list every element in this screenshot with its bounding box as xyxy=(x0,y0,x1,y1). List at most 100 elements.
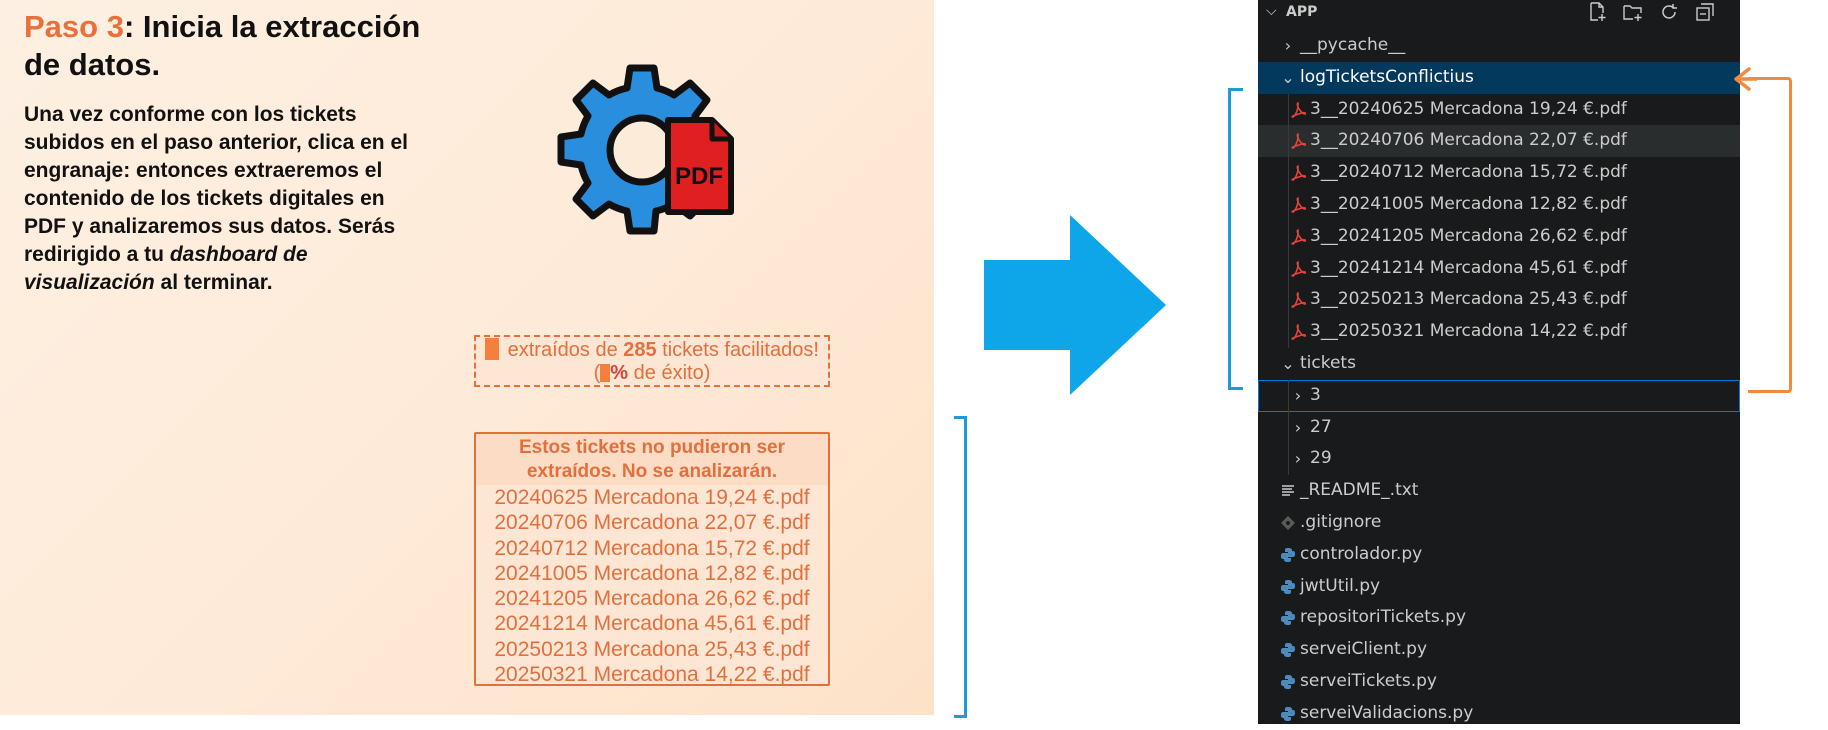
pdf-file-icon xyxy=(1291,260,1306,277)
chevron-right-icon: › xyxy=(1284,36,1292,55)
orange-arrowhead-icon xyxy=(1734,67,1757,91)
tree-item-logticketsconflictius[interactable]: ⌄ logTicketsConflictius xyxy=(1258,61,1740,94)
tree-item-label: serveiTickets.py xyxy=(1300,670,1437,691)
tree-item-label: 3__20241005 Mercadona 12,82 €.pdf xyxy=(1310,193,1627,214)
pdf-file-icon xyxy=(1291,197,1306,213)
tree-item-python-file[interactable]: serveiClient.py xyxy=(1258,634,1740,666)
indent-guide xyxy=(1288,316,1289,348)
success-percent-placeholder xyxy=(600,364,611,382)
total-count: 285 xyxy=(623,339,657,361)
chevron-right-icon: › xyxy=(1294,385,1302,405)
step-description-part2: al terminar. xyxy=(154,271,273,294)
python-icon xyxy=(1281,643,1295,658)
tree-item-label: _README_.txt xyxy=(1300,480,1419,501)
tree-item-log-file[interactable]: 3__20241005 Mercadona 12,82 €.pdf xyxy=(1258,188,1740,221)
tree-item-python-file[interactable]: repositoriTickets.py xyxy=(1258,602,1740,634)
python-icon xyxy=(1281,611,1295,626)
failed-ticket-item: 20240706 Mercadona 22,07 €.pdf xyxy=(494,511,810,535)
indent-guide xyxy=(1288,157,1289,189)
stats-line-2: (% de éxito) xyxy=(476,362,828,385)
tree-item-ticket-folder[interactable]: › 29 xyxy=(1258,443,1740,476)
tree-item-readme[interactable]: _README_.txt xyxy=(1258,475,1740,507)
orange-bracket xyxy=(1748,77,1792,393)
pdf-file-icon xyxy=(1291,101,1306,118)
indent-guide xyxy=(1288,443,1289,476)
tree-item-label: 3__20240706 Mercadona 22,07 €.pdf xyxy=(1310,130,1627,151)
python-icon xyxy=(1281,674,1295,689)
failed-tickets-heading: Estos tickets no pudieron ser extraídos.… xyxy=(476,434,828,485)
failed-ticket-item: 20240625 Mercadona 19,24 €.pdf xyxy=(494,486,810,509)
chevron-down-icon[interactable]: ⌵ xyxy=(1266,3,1277,19)
python-icon xyxy=(1281,706,1295,721)
tree-item-label: 3 xyxy=(1310,384,1321,405)
failed-ticket-item: 20250321 Mercadona 14,22 €.pdf xyxy=(494,663,810,687)
step-title: Paso 3: Inicia la extracción de datos. xyxy=(24,8,444,84)
tree-item-label: 27 xyxy=(1310,416,1332,437)
tree-item-python-file[interactable]: controlador.py xyxy=(1258,539,1740,571)
tree-item-log-file[interactable]: 3__20241205 Mercadona 26,62 €.pdf xyxy=(1258,220,1740,253)
tree-item-ticket-folder[interactable]: › 3 xyxy=(1258,379,1740,412)
failed-tickets-box: Estos tickets no pudieron ser extraídos.… xyxy=(474,432,830,686)
pdf-file-icon xyxy=(1291,133,1306,150)
pdf-file-icon xyxy=(1291,228,1306,245)
tree-item-label: serveiClient.py xyxy=(1300,639,1428,660)
tree-item-label: repositoriTickets.py xyxy=(1300,607,1467,628)
tree-item-log-file[interactable]: 3__20250321 Mercadona 14,22 €.pdf xyxy=(1258,316,1740,348)
explorer-root-title: APP xyxy=(1286,4,1318,20)
new-file-icon[interactable] xyxy=(1586,1,1608,23)
chevron-down-icon: ⌄ xyxy=(1281,67,1295,87)
step-number: Paso 3 xyxy=(24,9,124,44)
chevron-down-icon: ⌄ xyxy=(1281,353,1295,373)
tree-item-label: __pycache__ xyxy=(1300,35,1406,55)
tree-item-log-file[interactable]: 3__20240712 Mercadona 15,72 €.pdf xyxy=(1258,157,1740,189)
tree-item-ticket-folder[interactable]: › 27 xyxy=(1258,411,1740,444)
tree-item-label: jwtUtil.py xyxy=(1300,575,1381,596)
indent-guide xyxy=(1288,284,1289,317)
tree-item-tickets[interactable]: ⌄ tickets xyxy=(1258,348,1740,380)
failed-ticket-item: 20241214 Mercadona 45,61 €.pdf xyxy=(494,612,810,636)
gear-pdf-icon[interactable]: PDF xyxy=(556,64,756,244)
text-file-icon xyxy=(1282,485,1294,496)
tree-item-log-file[interactable]: 3__20250213 Mercadona 25,43 €.pdf xyxy=(1258,284,1740,317)
tree-item-gitignore[interactable]: .gitignore xyxy=(1258,507,1740,539)
tree-item-label: logTicketsConflictius xyxy=(1300,66,1474,87)
tree-item-python-file[interactable]: serveiValidacions.py xyxy=(1258,698,1740,730)
pdf-file-icon xyxy=(1291,292,1306,309)
collapse-all-icon[interactable] xyxy=(1694,1,1716,23)
pdf-file-icon xyxy=(1291,324,1306,340)
tree-item-label: 3__20250213 Mercadona 25,43 €.pdf xyxy=(1310,289,1627,310)
explorer-header[interactable]: ⌵ APP xyxy=(1258,0,1740,26)
stats-text-d: de éxito) xyxy=(628,362,711,384)
indent-guide xyxy=(1288,125,1289,158)
tree-item-python-file[interactable]: jwtUtil.py xyxy=(1258,571,1740,603)
indent-guide xyxy=(1288,220,1289,253)
chevron-right-icon: › xyxy=(1294,417,1302,437)
pdf-file-icon: PDF xyxy=(665,117,734,215)
failed-ticket-item: 20241005 Mercadona 12,82 €.pdf xyxy=(494,561,810,585)
tree-item-python-file[interactable]: serveiTickets.py xyxy=(1258,666,1740,698)
refresh-icon[interactable] xyxy=(1658,1,1680,23)
explorer-actions xyxy=(1586,1,1716,23)
indent-guide xyxy=(1288,188,1289,221)
extraction-stats: extraídos de 285 tickets facilitados! (%… xyxy=(474,335,830,387)
pdf-file-icon xyxy=(1291,165,1306,181)
step-description-part1: Una vez conforme con los tickets subidos… xyxy=(24,103,408,266)
new-folder-icon[interactable] xyxy=(1622,1,1644,23)
stats-text-a: extraídos de xyxy=(502,339,624,361)
log-files-bracket xyxy=(1228,88,1243,390)
tree-item-log-file[interactable]: 3__20240625 Mercadona 19,24 €.pdf xyxy=(1258,93,1740,126)
tree-item-label: serveiValidacions.py xyxy=(1300,702,1474,723)
failed-tickets-list: 20240625 Mercadona 19,24 €.pdf 20240706 … xyxy=(476,485,828,687)
git-icon xyxy=(1281,515,1295,530)
tree-item-log-file[interactable]: 3__20240706 Mercadona 22,07 €.pdf xyxy=(1258,125,1740,158)
failed-list-bracket xyxy=(954,416,967,718)
python-icon xyxy=(1281,579,1295,594)
tree-item-log-file[interactable]: 3__20241214 Mercadona 45,61 €.pdf xyxy=(1258,252,1740,285)
file-explorer: ⌵ APP › __pycache__ ⌄ logTicketsConflict… xyxy=(1258,0,1740,724)
stats-text-c: ( xyxy=(593,362,601,384)
tree-item-pycache[interactable]: › __pycache__ xyxy=(1258,30,1740,62)
failed-ticket-item: 20250213 Mercadona 25,43 €.pdf xyxy=(494,637,810,661)
stats-line-1: extraídos de 285 tickets facilitados! xyxy=(476,338,828,362)
tree-item-label: 3__20241205 Mercadona 26,62 €.pdf xyxy=(1310,225,1627,246)
pdf-label: PDF xyxy=(675,163,723,190)
